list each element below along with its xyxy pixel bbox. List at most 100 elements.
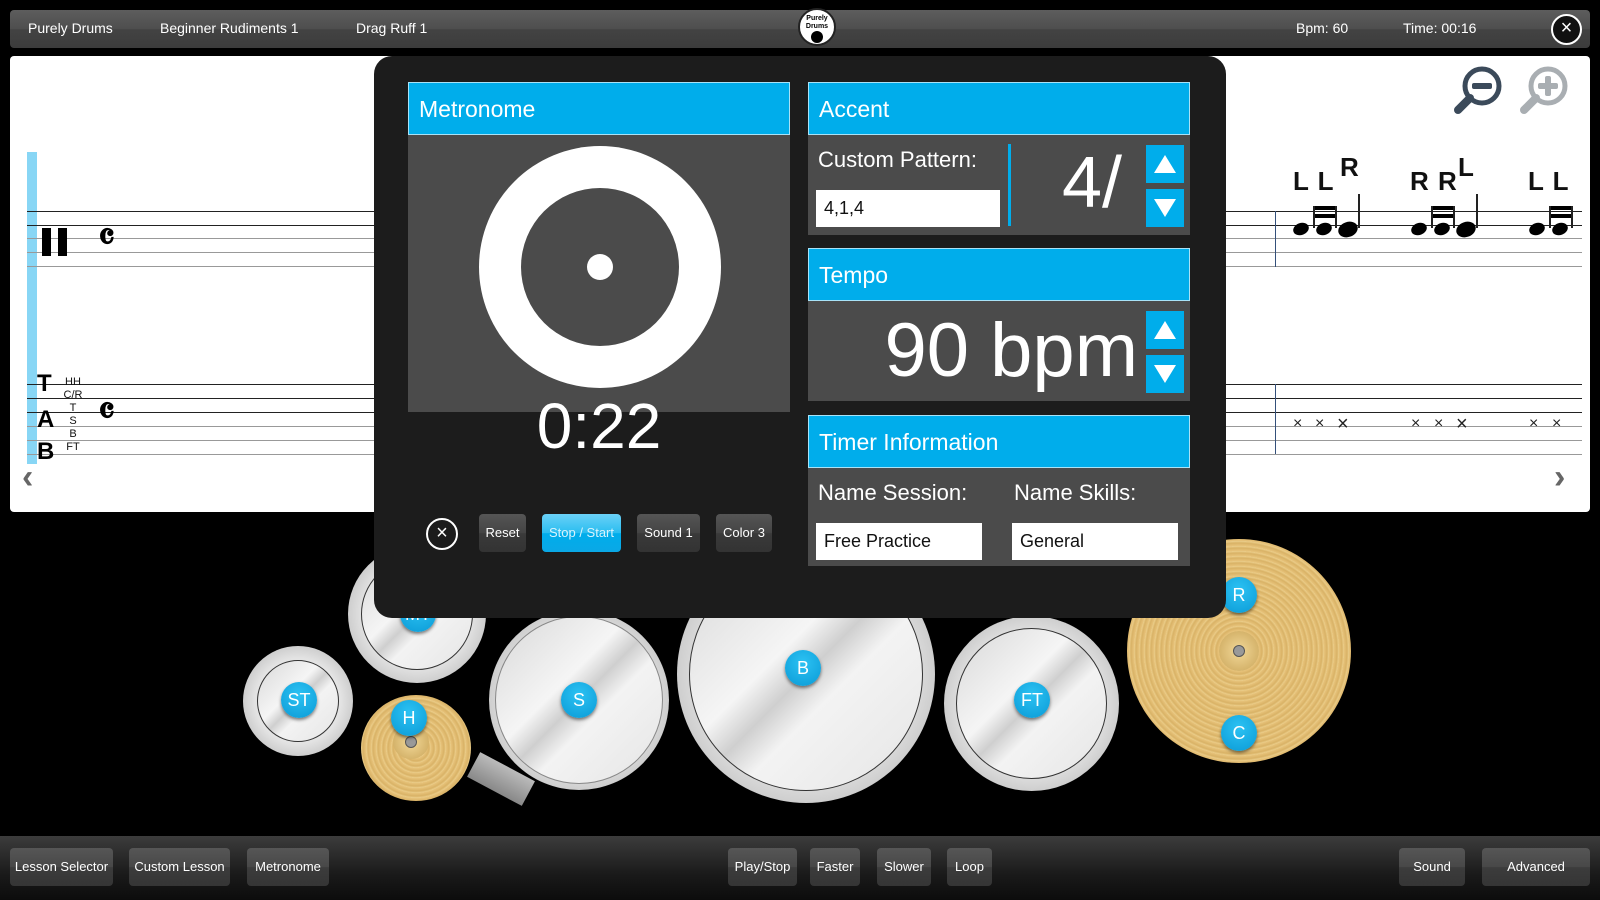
tempo-increase-button[interactable] [1146,311,1184,349]
arrow-down-icon [1154,365,1176,383]
tempo-unit: bpm [990,308,1138,393]
stop-start-button[interactable]: Stop / Start [542,514,621,552]
common-time-signature: 𝄴 [98,214,115,259]
app-name: Purely Drums [28,20,113,36]
pad-label-st[interactable]: ST [281,682,317,718]
stem [1571,206,1573,228]
tab-letter-b: B [37,438,55,465]
grace-note [1314,220,1334,238]
play-stop-button[interactable]: Play/Stop [728,848,797,886]
tab-instrument-legend: HH C/R T S B FT [62,376,84,454]
legend-cr: C/R [63,389,83,401]
bottom-toolbar: Lesson Selector Custom Lesson Metronome … [0,836,1600,900]
beam [1549,206,1571,210]
bar-line [1275,211,1276,267]
stem [1476,194,1478,228]
time-signature-value: 4/ [1062,143,1123,223]
legend-t: T [69,402,77,414]
arrow-up-icon [1154,321,1176,339]
pad-label-c[interactable]: C [1221,715,1257,751]
pad-label-b[interactable]: B [785,650,821,686]
pad-label-ft[interactable]: FT [1014,682,1050,718]
grace-note [1432,220,1452,238]
metronome-button[interactable]: Metronome [247,848,329,886]
accent-panel-title: Accent [808,82,1190,135]
legend-s: S [69,415,77,427]
arrow-down-icon [1154,199,1176,217]
custom-lesson-button[interactable]: Custom Lesson [129,848,230,886]
sticking-main: L [1458,152,1475,182]
close-metronome-button[interactable]: × [426,518,458,550]
accent-decrease-button[interactable] [1146,189,1184,227]
tempo-panel-title: Tempo [808,248,1190,301]
grace-note [1291,220,1311,238]
slower-button[interactable]: Slower [877,848,931,886]
legend-hh: HH [65,376,81,388]
metronome-beat-indicator-icon [479,146,721,388]
custom-pattern-input[interactable] [816,190,1000,227]
beam [1313,214,1335,218]
advanced-button[interactable]: Advanced [1482,848,1590,886]
tab-x-note: × [1315,415,1325,432]
tempo-readout: 90 bpm [808,306,1138,396]
tab-x-note: × [1411,415,1421,432]
sticking-main: R [1340,152,1360,182]
tab-x-note: × [1456,413,1468,435]
skills-name-input[interactable] [1012,523,1178,560]
previous-page-arrow[interactable]: ‹ [22,458,33,497]
tempo-decrease-button[interactable] [1146,355,1184,393]
arrow-up-icon [1154,155,1176,173]
loop-button[interactable]: Loop [947,848,992,886]
beam [1549,214,1571,218]
playhead-cursor[interactable] [27,152,37,464]
grace-note [1527,220,1547,238]
logo-drum-icon [811,31,823,43]
stem [1335,206,1337,228]
lesson-selector-button[interactable]: Lesson Selector [10,848,113,886]
bar-line [1275,384,1276,454]
close-app-button[interactable]: × [1551,14,1582,45]
stem [1453,206,1455,228]
stem [1358,194,1360,228]
purely-drums-logo: Purely Drums [798,8,836,46]
breadcrumb-lesson-group[interactable]: Beginner Rudiments 1 [160,20,299,36]
custom-pattern-label: Custom Pattern: [818,147,977,172]
sticking-grace: L L [1293,166,1335,196]
accent-divider [1008,144,1011,226]
reset-button[interactable]: Reset [479,514,526,552]
breadcrumb-lesson[interactable]: Drag Ruff 1 [356,20,427,36]
pad-label-s[interactable]: S [561,682,597,718]
grace-note [1409,220,1429,238]
sticking-grace: R R [1410,166,1458,196]
skills-name-label: Name Skills: [1014,480,1137,505]
stem [1313,206,1315,228]
zoom-in-icon[interactable] [1518,64,1570,116]
zoom-out-icon[interactable] [1452,64,1504,116]
close-icon: × [436,522,448,544]
accent-increase-button[interactable] [1146,145,1184,183]
stem [1549,206,1551,228]
faster-button[interactable]: Faster [810,848,860,886]
tab-letter-t: T [37,370,52,397]
timer-info-panel-title: Timer Information [808,415,1190,468]
main-note [1336,219,1360,240]
tab-common-time-signature: 𝄴 [98,388,115,433]
tab-x-note: × [1552,415,1562,432]
legend-b: B [69,428,77,440]
pad-label-h[interactable]: H [391,700,427,736]
beam [1431,206,1453,210]
color-select-button[interactable]: Color 3 [716,514,772,552]
sound-button[interactable]: Sound [1399,848,1465,886]
logo-text: Purely Drums [805,15,829,30]
tempo-value: 90 [884,308,970,393]
beam [1431,214,1453,218]
next-page-arrow[interactable]: › [1554,458,1565,497]
pad-label-r[interactable]: R [1221,577,1257,613]
grace-note [1550,220,1570,238]
sound-select-button[interactable]: Sound 1 [637,514,700,552]
tab-x-note: × [1529,415,1539,432]
session-name-input[interactable] [816,523,982,560]
tab-x-note: × [1293,415,1303,432]
stem [1431,206,1433,228]
tab-letter-a: A [37,406,55,433]
